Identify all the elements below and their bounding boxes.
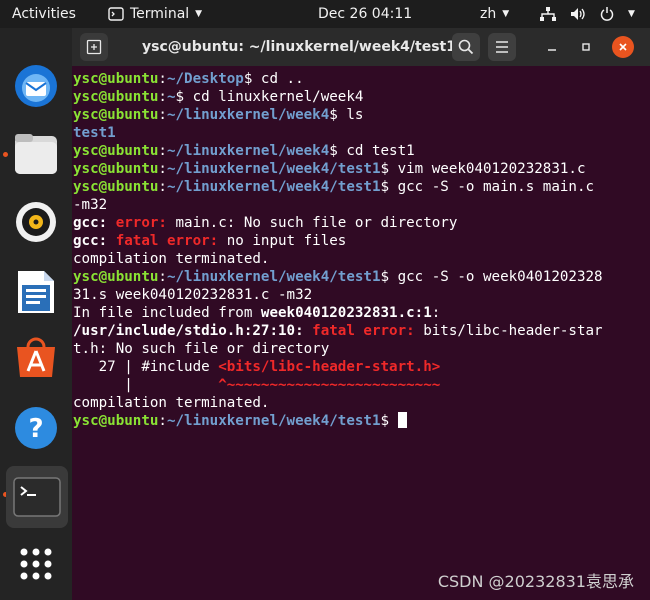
app-center-icon <box>17 337 55 377</box>
terminal-window: ysc@ubuntu: ~/linuxkernel/week4/test1 ys… <box>72 28 650 600</box>
files-launcher[interactable] <box>8 126 64 182</box>
terminal-line: ysc@ubuntu:~/linuxkernel/week4/test1$ vi… <box>73 161 586 177</box>
activities-button[interactable]: Activities <box>12 0 76 28</box>
terminal-line: gcc: fatal error: no input files <box>73 233 347 249</box>
terminal-line: In file included from week040120232831.c… <box>73 305 441 321</box>
terminal-line: test1 <box>73 125 116 141</box>
terminal-line: compilation terminated. <box>73 251 270 267</box>
thunderbird-launcher[interactable] <box>8 58 64 114</box>
terminal-line: gcc: error: main.c: No such file or dire… <box>73 215 458 231</box>
terminal-line: ysc@ubuntu:~/linuxkernel/week4/test1$ gc… <box>73 179 595 195</box>
power-icon <box>600 7 614 21</box>
terminal-line: ysc@ubuntu:~/Desktop$ cd .. <box>73 71 304 87</box>
chevron-down-icon: ▼ <box>195 9 203 19</box>
show-apps-button[interactable] <box>8 536 64 592</box>
terminal-line: t.h: No such file or directory <box>73 341 330 357</box>
hamburger-icon <box>496 41 508 53</box>
app-center-launcher[interactable] <box>8 330 64 386</box>
terminal-line: compilation terminated. <box>73 395 270 411</box>
app-grid-icon <box>20 548 52 580</box>
minimize-icon <box>548 49 556 51</box>
terminal-line: | ^~~~~~~~~~~~~~~~~~~~~~~~~~ <box>73 377 441 393</box>
maximize-icon <box>582 43 590 51</box>
input-method-label: zh <box>480 6 497 22</box>
search-icon <box>458 39 474 55</box>
files-icon <box>15 134 57 174</box>
terminal-line: ysc@ubuntu:~$ cd linuxkernel/week4 <box>73 89 364 105</box>
chevron-down-icon: ▼ <box>628 9 635 19</box>
terminal-line: ysc@ubuntu:~/linuxkernel/week4$ ls <box>73 107 364 123</box>
terminal-line: -m32 <box>73 197 108 213</box>
title-bar[interactable]: ysc@ubuntu: ~/linuxkernel/week4/test1 <box>72 28 650 66</box>
terminal-prompt[interactable]: ysc@ubuntu:~/linuxkernel/week4/test1$ <box>73 412 407 430</box>
terminal-line: 27 | #include <bits/libc-header-start.h> <box>73 359 441 375</box>
terminal-line: ysc@ubuntu:~/linuxkernel/week4$ cd test1 <box>73 143 415 159</box>
help-launcher[interactable]: ? <box>8 400 64 456</box>
terminal-small-icon <box>108 7 124 21</box>
thunderbird-icon <box>15 65 57 107</box>
app-menu-label: Terminal <box>130 6 190 22</box>
writer-launcher[interactable] <box>8 264 64 320</box>
watermark: CSDN @20232831袁思承 <box>437 572 634 591</box>
chevron-down-icon: ▼ <box>502 9 510 19</box>
volume-icon <box>571 8 585 20</box>
terminal-line: 31.s week040120232831.c -m32 <box>73 287 313 303</box>
terminal-line: ysc@ubuntu:~/linuxkernel/week4/test1$ gc… <box>73 269 603 285</box>
terminal-output[interactable]: ysc@ubuntu:~/Desktop$ cd .. ysc@ubuntu:~… <box>72 66 650 600</box>
maximize-button[interactable] <box>572 33 600 61</box>
help-icon: ? <box>15 407 57 449</box>
system-menu[interactable]: ▼ <box>540 0 635 28</box>
terminal-icon <box>13 477 61 517</box>
hamburger-menu-button[interactable] <box>488 33 516 61</box>
app-menu-button[interactable]: Terminal ▼ <box>108 0 202 28</box>
input-method-button[interactable]: zh ▼ <box>480 0 509 28</box>
network-icon <box>540 7 556 21</box>
top-bar: Activities Terminal ▼ Dec 26 04:11 zh ▼ … <box>0 0 650 28</box>
minimize-button[interactable] <box>538 33 566 61</box>
clock[interactable]: Dec 26 04:11 <box>318 0 412 28</box>
terminal-line: /usr/include/stdio.h:27:10: fatal error:… <box>73 323 603 339</box>
new-tab-button[interactable] <box>80 33 108 61</box>
writer-icon <box>18 271 54 313</box>
terminal-launcher[interactable] <box>6 466 68 528</box>
rhythmbox-icon <box>16 202 56 242</box>
close-icon <box>619 43 627 51</box>
close-button[interactable] <box>612 36 634 58</box>
window-title: ysc@ubuntu: ~/linuxkernel/week4/test1 <box>142 39 456 55</box>
rhythmbox-launcher[interactable] <box>8 194 64 250</box>
new-tab-icon <box>86 39 102 55</box>
text-cursor <box>397 412 407 428</box>
search-button[interactable] <box>452 33 480 61</box>
dock: ? <box>0 28 72 600</box>
svg-text:?: ? <box>28 414 43 444</box>
